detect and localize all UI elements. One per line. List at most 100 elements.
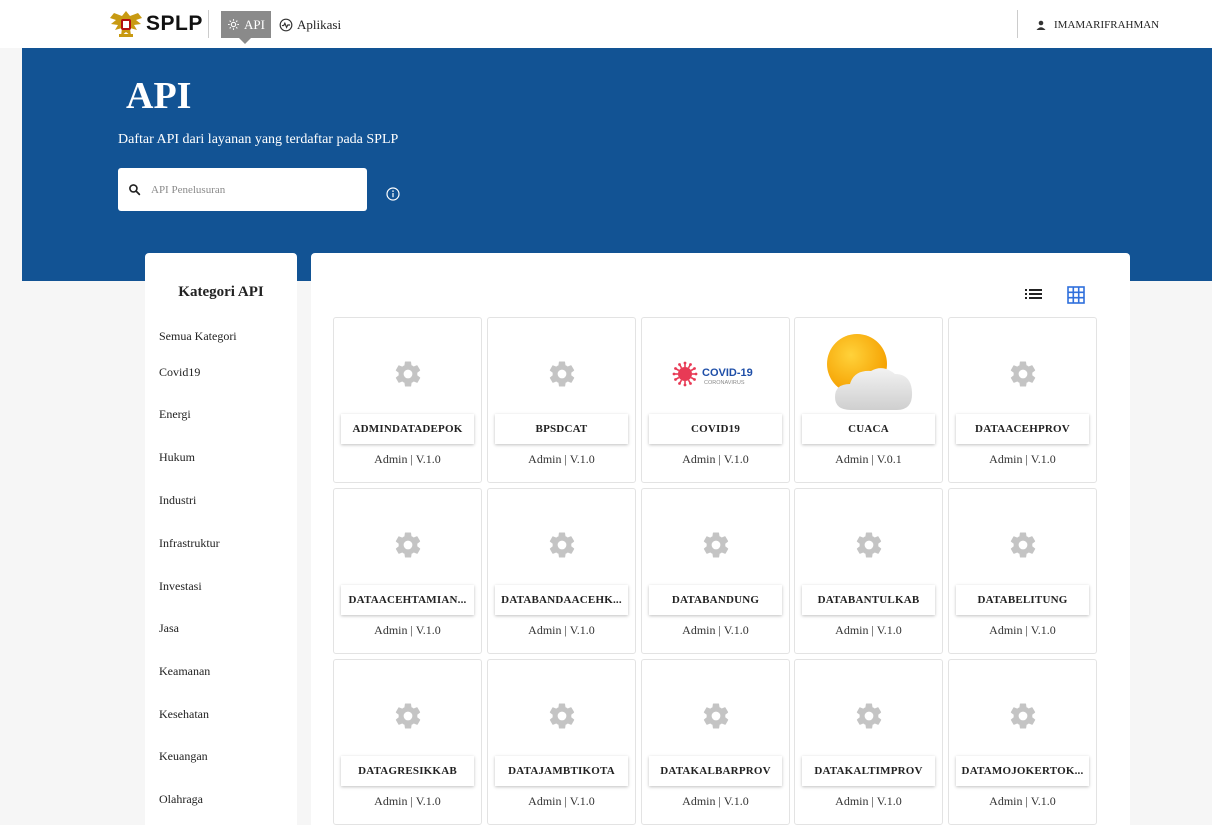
category-item[interactable]: Covid19 xyxy=(159,365,200,380)
category-item[interactable]: Industri xyxy=(159,493,196,508)
divider xyxy=(1017,10,1018,38)
api-card-name: CUACA xyxy=(802,414,935,444)
api-card-name: DATAKALTIMPROV xyxy=(802,756,935,786)
api-card-name: DATAMOJOKERTOK... xyxy=(956,756,1089,786)
gear-icon xyxy=(703,532,728,558)
gear-icon xyxy=(549,361,574,387)
gear-icon xyxy=(1010,361,1035,387)
api-card-meta: Admin | V.1.0 xyxy=(528,452,595,466)
api-card-meta: Admin | V.1.0 xyxy=(374,794,441,808)
category-item[interactable]: Olahraga xyxy=(159,792,203,807)
category-item[interactable]: Keamanan xyxy=(159,664,210,679)
api-card-image xyxy=(488,676,635,756)
category-item[interactable]: Kesehatan xyxy=(159,707,209,722)
api-card-meta: Admin | V.0.1 xyxy=(835,452,902,466)
api-card[interactable]: DATAMOJOKERTOK... Admin | V.1.0 xyxy=(948,659,1097,825)
api-card[interactable]: DATABANDUNG Admin | V.1.0 xyxy=(641,488,790,654)
username: IMAMARIFRAHMAN xyxy=(1054,18,1160,31)
api-card[interactable]: DATAJAMBTIKOTA Admin | V.1.0 xyxy=(487,659,636,825)
gear-icon xyxy=(549,703,574,729)
api-card-meta: Admin | V.1.0 xyxy=(989,623,1056,637)
api-card[interactable]: DATABELITUNG Admin | V.1.0 xyxy=(948,488,1097,654)
gear-icon xyxy=(856,703,881,729)
sidebar-title: Kategori API xyxy=(178,284,264,300)
top-navbar: SPLP API Aplikasi IMAMARIFRAHMAN xyxy=(0,0,1212,48)
api-card-image xyxy=(488,334,635,414)
user-menu[interactable]: IMAMARIFRAHMAN xyxy=(1036,11,1159,38)
gear-icon xyxy=(703,703,728,729)
api-card-image xyxy=(334,505,481,585)
api-card[interactable]: ADMINDATADEPOK Admin | V.1.0 xyxy=(333,317,482,483)
category-item[interactable]: Keuangan xyxy=(159,749,208,764)
api-card-meta: Admin | V.1.0 xyxy=(528,794,595,808)
api-card[interactable]: BPSDCAT Admin | V.1.0 xyxy=(487,317,636,483)
gear-icon xyxy=(228,19,239,30)
brand-name: SPLP xyxy=(146,12,203,35)
category-item[interactable]: Hukum xyxy=(159,450,195,465)
gear-icon xyxy=(1010,532,1035,558)
api-card[interactable]: DATAGRESIKKAB Admin | V.1.0 xyxy=(333,659,482,825)
api-card-image xyxy=(488,505,635,585)
api-card-image xyxy=(949,505,1096,585)
api-card-name: DATAJAMBTIKOTA xyxy=(495,756,628,786)
category-sidebar: Kategori API Semua Kategori Covid19 Ener… xyxy=(145,253,297,825)
api-card[interactable]: CUACA Admin | V.0.1 xyxy=(794,317,943,483)
search-box[interactable] xyxy=(118,168,367,211)
nav-api-tab[interactable]: API xyxy=(221,11,271,44)
user-icon xyxy=(1036,20,1046,30)
api-card[interactable]: DATABANDAACEHK... Admin | V.1.0 xyxy=(487,488,636,654)
api-card-image xyxy=(642,676,789,756)
api-card-name: COVID19 xyxy=(649,414,782,444)
category-item[interactable]: Jasa xyxy=(159,621,179,636)
hero-banner: API Daftar API dari layanan yang terdaft… xyxy=(22,48,1212,281)
api-card-meta: Admin | V.1.0 xyxy=(374,452,441,466)
api-card-name: DATABELITUNG xyxy=(956,585,1089,615)
category-item[interactable]: Semua Kategori xyxy=(159,329,237,344)
api-card-name: DATABANTULKAB xyxy=(802,585,935,615)
covid-logo-text: COVID-19 xyxy=(702,367,753,379)
nav-aplikasi-tab[interactable]: Aplikasi xyxy=(279,11,341,38)
api-card-image xyxy=(334,334,481,414)
api-card[interactable]: DATAACEHPROV Admin | V.1.0 xyxy=(948,317,1097,483)
page-title: API xyxy=(126,75,192,117)
api-card-meta: Admin | V.1.0 xyxy=(682,452,749,466)
list-view-icon[interactable] xyxy=(1024,286,1044,302)
active-caret xyxy=(239,38,251,44)
grid-view-icon[interactable] xyxy=(1066,285,1086,305)
category-item[interactable]: Investasi xyxy=(159,579,202,594)
gear-icon xyxy=(395,532,420,558)
api-card[interactable]: DATAACEHTAMIAN... Admin | V.1.0 xyxy=(333,488,482,654)
activity-icon xyxy=(279,18,293,31)
api-card-meta: Admin | V.1.0 xyxy=(682,794,749,808)
api-card-image: COVID-19 CORONAVIRUS xyxy=(642,334,789,414)
info-icon[interactable] xyxy=(386,187,400,201)
garuda-emblem-icon xyxy=(110,11,142,37)
category-item[interactable]: Energi xyxy=(159,407,191,422)
weather-sun-cloud-icon xyxy=(826,334,912,410)
api-grid-panel: ADMINDATADEPOK Admin | V.1.0 BPSDCAT Admin … xyxy=(311,253,1130,825)
gear-icon xyxy=(549,532,574,558)
gear-icon xyxy=(856,532,881,558)
divider xyxy=(208,10,209,38)
api-card-image xyxy=(949,676,1096,756)
nav-aplikasi-label: Aplikasi xyxy=(297,16,342,32)
gear-icon xyxy=(395,361,420,387)
api-card-name: DATABANDAACEHK... xyxy=(495,585,628,615)
api-card[interactable]: DATABANTULKAB Admin | V.1.0 xyxy=(794,488,943,654)
brand-logo[interactable]: SPLP xyxy=(108,8,203,40)
api-card-name: DATAKALBARPROV xyxy=(649,756,782,786)
api-card-image xyxy=(795,505,942,585)
api-card-meta: Admin | V.1.0 xyxy=(528,623,595,637)
category-item[interactable]: Infrastruktur xyxy=(159,536,220,551)
api-card-meta: Admin | V.1.0 xyxy=(989,452,1056,466)
api-card-name: DATABANDUNG xyxy=(649,585,782,615)
api-card-meta: Admin | V.1.0 xyxy=(374,623,441,637)
api-card[interactable]: DATAKALTIMPROV Admin | V.1.0 xyxy=(794,659,943,825)
api-card[interactable]: COVID-19 CORONAVIRUS COVID19 Admin | V.1.0 xyxy=(641,317,790,483)
search-input[interactable] xyxy=(151,183,351,196)
api-card-name: DATAACEHTAMIAN... xyxy=(341,585,474,615)
api-card-name: DATAACEHPROV xyxy=(956,414,1089,444)
api-card-meta: Admin | V.1.0 xyxy=(835,623,902,637)
gear-icon xyxy=(1010,703,1035,729)
api-card[interactable]: DATAKALBARPROV Admin | V.1.0 xyxy=(641,659,790,825)
